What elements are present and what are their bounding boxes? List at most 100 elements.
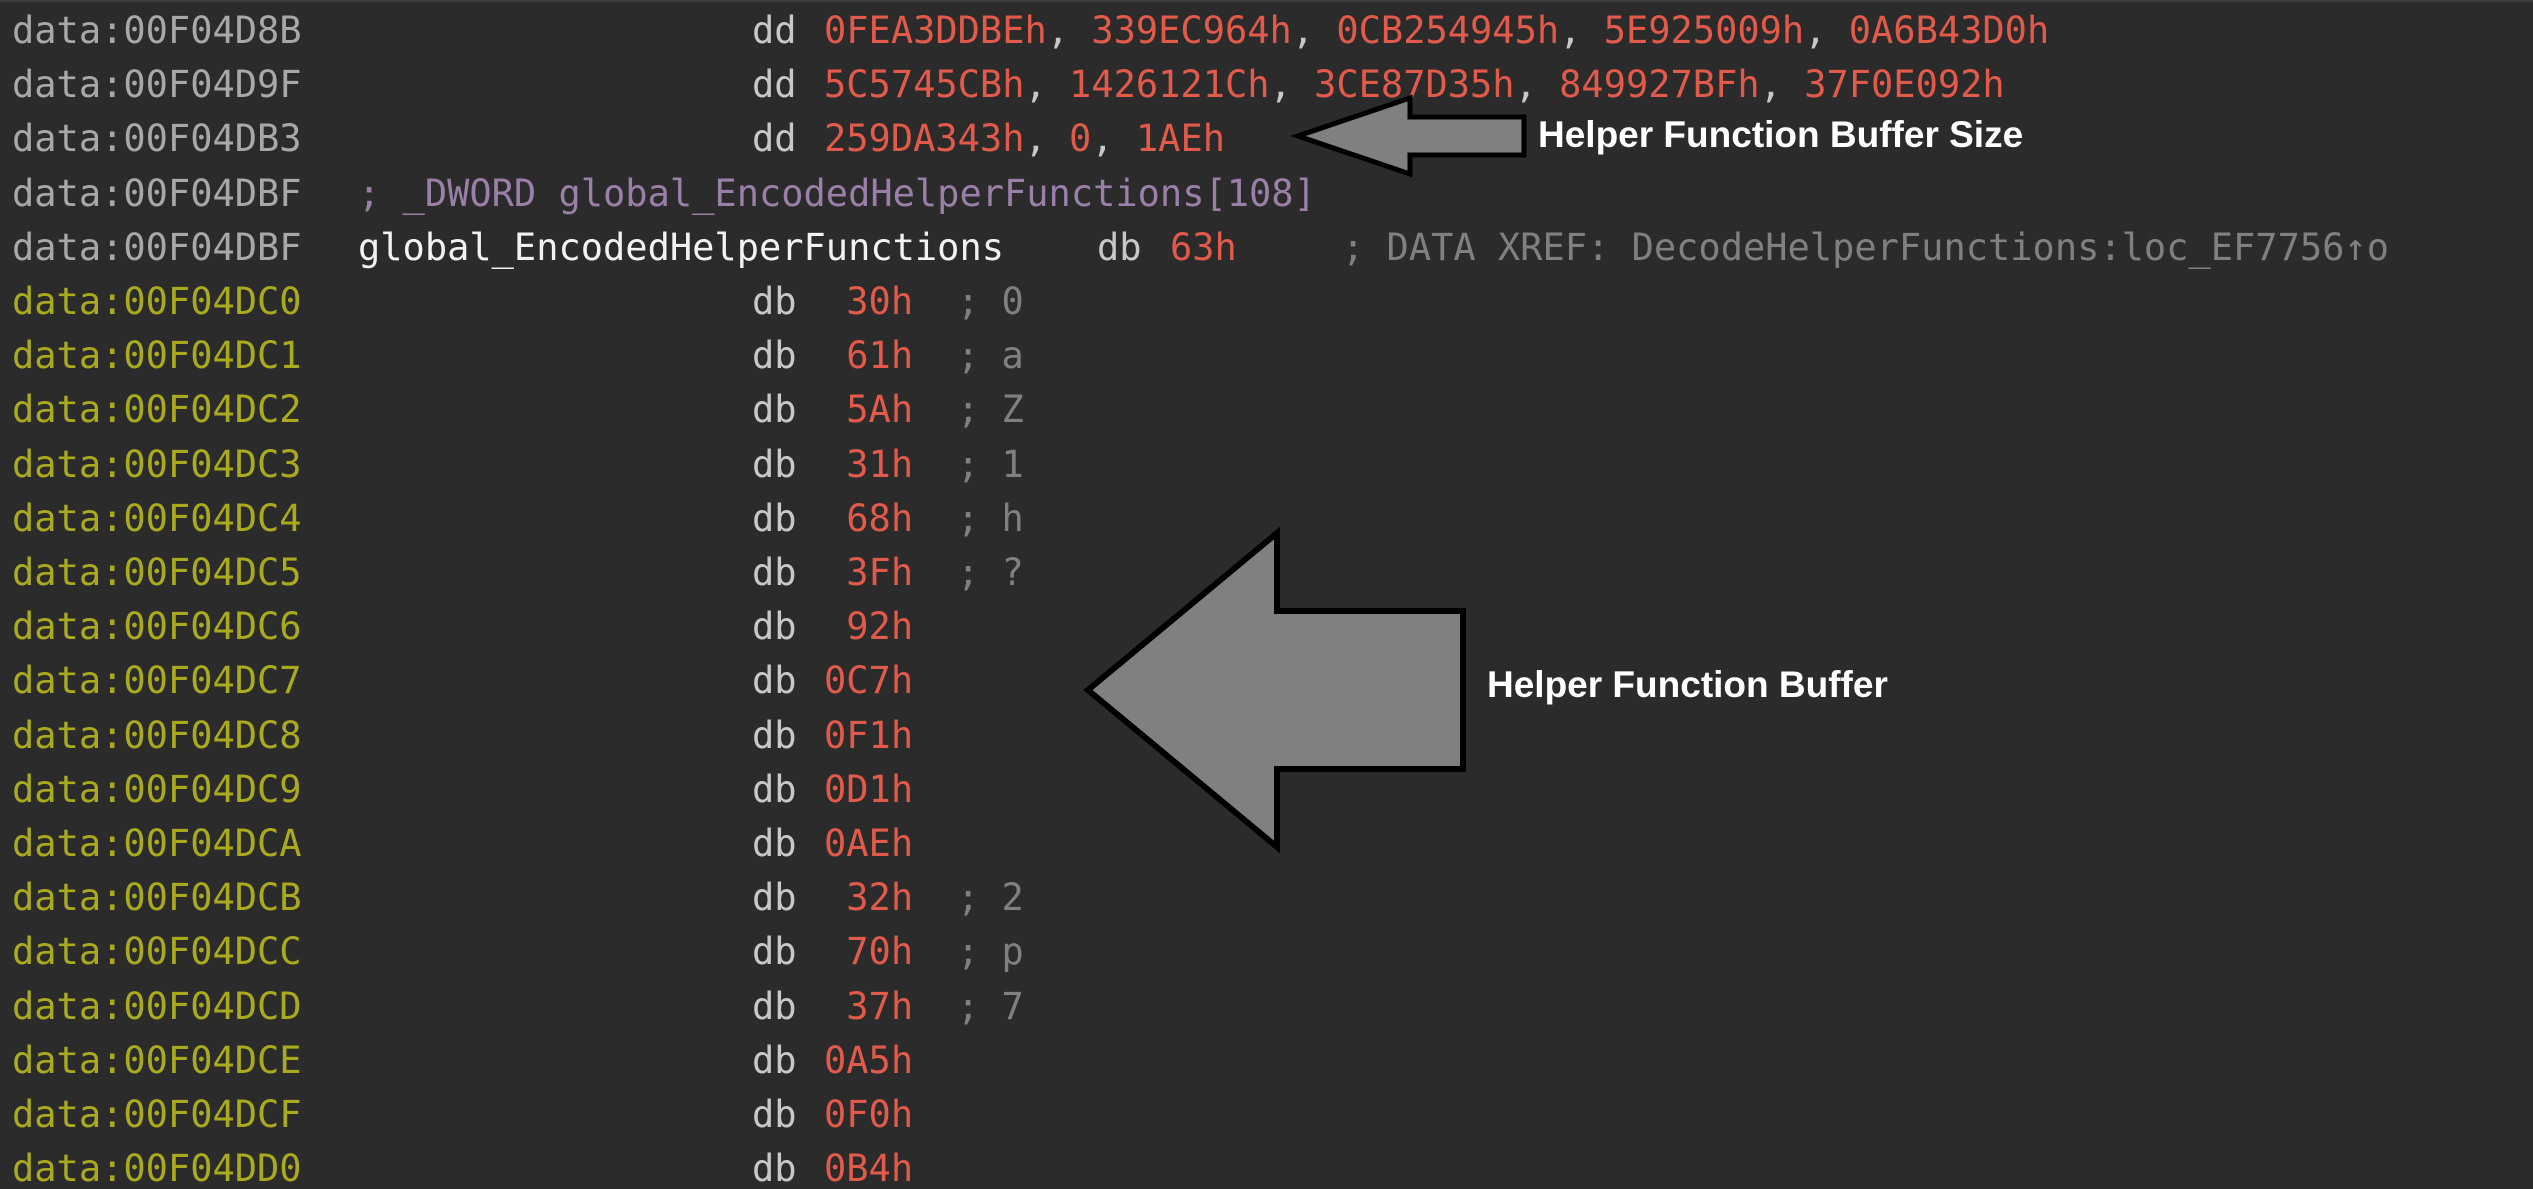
line-mnemonic: db xyxy=(752,713,797,757)
line-mnemonic: db xyxy=(752,1147,797,1189)
operand-separator: , xyxy=(1759,63,1805,107)
line-address: data:00F04DC5 xyxy=(12,551,302,594)
byte-value[interactable]: 0D1h xyxy=(824,763,913,817)
line-mnemonic: db xyxy=(752,876,797,920)
byte-comment: ; 0 xyxy=(957,280,1024,323)
operand-separator: , xyxy=(1024,63,1070,107)
byte-value[interactable]: 30h xyxy=(824,275,913,329)
line-address: data:00F04DC1 xyxy=(12,334,302,378)
line-mnemonic: db xyxy=(752,1093,797,1136)
operand-value[interactable]: 3CE87D35h xyxy=(1314,63,1514,106)
line-address: data:00F04DBF xyxy=(12,171,302,215)
line-address: data:00F04D9F xyxy=(12,63,302,107)
operand-value[interactable]: 1AEh xyxy=(1136,117,1225,160)
operand-value[interactable]: 339EC964h xyxy=(1091,9,1291,52)
line-address: data:00F04D8B xyxy=(12,9,302,52)
byte-value[interactable]: 3Fh xyxy=(824,546,913,600)
line-address: data:00F04DCC xyxy=(12,930,302,974)
line-address: data:00F04DC7 xyxy=(12,659,302,703)
line-mnemonic: db xyxy=(752,388,797,432)
line-address: data:00F04DC9 xyxy=(12,767,302,811)
byte-value[interactable]: 70h xyxy=(824,925,913,979)
operand-value[interactable]: 849927BFh xyxy=(1559,63,1759,106)
line-mnemonic: db xyxy=(752,930,797,974)
line-mnemonic: db xyxy=(752,984,797,1028)
line-address: data:00F04DC3 xyxy=(12,442,302,486)
byte-comment: ; 2 xyxy=(957,876,1024,920)
line-operands: 0FEA3DDBEh, 339EC964h, 0CB254945h, 5E925… xyxy=(824,4,2049,58)
byte-value[interactable]: 5Ah xyxy=(824,383,913,437)
byte-value[interactable]: 0F1h xyxy=(824,709,913,763)
byte-value[interactable]: 92h xyxy=(824,600,913,654)
disassembly-view[interactable]: data:00F04D8B dd 0FEA3DDBEh, 339EC964h, 0C… xyxy=(0,0,2533,1189)
byte-value[interactable]: 0A5h xyxy=(824,1034,913,1088)
line-address: data:00F04DBF xyxy=(12,225,302,269)
operand-value[interactable]: 0A6B43D0h xyxy=(1849,9,2049,52)
operand-separator: , xyxy=(1514,63,1560,107)
byte-comment: ; Z xyxy=(957,388,1024,432)
operand-value[interactable]: 0 xyxy=(1069,117,1091,160)
line-mnemonic: db xyxy=(1097,225,1142,269)
byte-comment: ; a xyxy=(957,334,1024,378)
line-address: data:00F04DC0 xyxy=(12,280,302,323)
operand-value[interactable]: 0CB254945h xyxy=(1336,9,1559,52)
operand-value[interactable]: 259DA343h xyxy=(824,117,1024,160)
line-mnemonic: db xyxy=(752,334,797,378)
line-mnemonic: db xyxy=(752,767,797,811)
operand-value[interactable]: 0FEA3DDBEh xyxy=(824,9,1047,52)
byte-value[interactable]: 0B4h xyxy=(824,1142,913,1189)
line-mnemonic: db xyxy=(752,496,797,540)
operand-separator: , xyxy=(1091,117,1136,161)
operand-value[interactable]: 1426121Ch xyxy=(1069,63,1269,106)
byte-value[interactable]: 31h xyxy=(824,438,913,492)
buffer-arrow-shape xyxy=(1083,526,1466,854)
byte-value[interactable]: 61h xyxy=(824,329,913,383)
line-mnemonic: db xyxy=(752,659,797,703)
line-mnemonic: db xyxy=(752,280,797,323)
line-operands: 259DA343h, 0, 1AEh xyxy=(824,112,1225,166)
line-mnemonic: db xyxy=(752,551,797,594)
line-address: data:00F04DCD xyxy=(12,984,302,1028)
line-mnemonic: dd xyxy=(752,117,797,161)
byte-value[interactable]: 68h xyxy=(824,492,913,546)
byte-value[interactable]: 32h xyxy=(824,871,913,925)
line-mnemonic: db xyxy=(752,822,797,865)
byte-value[interactable]: 0AEh xyxy=(824,817,913,871)
line-mnemonic: db xyxy=(752,605,797,649)
byte-comment: ; p xyxy=(957,930,1024,974)
byte-comment: ; 1 xyxy=(957,442,1024,486)
line-address: data:00F04DB3 xyxy=(12,117,302,161)
operand-separator: , xyxy=(1291,9,1337,52)
line-address: data:00F04DCB xyxy=(12,876,302,920)
line-mnemonic: db xyxy=(752,1038,797,1082)
line-address: data:00F04DCE xyxy=(12,1038,302,1082)
operand-separator: , xyxy=(1269,63,1315,107)
line-operands: 5C5745CBh, 1426121Ch, 3CE87D35h, 849927B… xyxy=(824,58,2005,112)
global-name[interactable]: global_EncodedHelperFunctions xyxy=(358,221,1004,275)
byte-value[interactable]: 0F0h xyxy=(824,1088,913,1142)
line-address: data:00F04DC2 xyxy=(12,388,302,432)
line-address: data:00F04DC4 xyxy=(12,496,302,540)
operand-separator: , xyxy=(1024,117,1070,161)
xref-comment[interactable]: ; DATA XREF: DecodeHelperFunctions:loc_E… xyxy=(1342,221,2389,275)
line-mnemonic: dd xyxy=(752,63,797,107)
line-address: data:00F04DD0 xyxy=(12,1147,302,1189)
line-address: data:00F04DC8 xyxy=(12,713,302,757)
line-address: data:00F04DC6 xyxy=(12,605,302,649)
byte-comment: ; ? xyxy=(957,551,1024,594)
operand-separator: , xyxy=(1559,9,1604,52)
operand-value[interactable]: 5C5745CBh xyxy=(824,63,1024,106)
operand-value[interactable]: 37F0E092h xyxy=(1804,63,2004,106)
byte-comment: ; h xyxy=(957,496,1024,540)
operand-separator: , xyxy=(1046,9,1092,52)
line-address: data:00F04DCF xyxy=(12,1093,302,1136)
line-mnemonic: dd xyxy=(752,9,797,52)
line-mnemonic: db xyxy=(752,442,797,486)
byte-value[interactable]: 63h xyxy=(1170,221,1237,275)
declaration-comment: ; _DWORD global_EncodedHelperFunctions[1… xyxy=(358,171,1316,215)
operand-separator: , xyxy=(1804,9,1849,52)
operand-value[interactable]: 5E925009h xyxy=(1604,9,1804,52)
byte-value[interactable]: 37h xyxy=(824,980,913,1034)
byte-comment: ; 7 xyxy=(957,984,1024,1028)
byte-value[interactable]: 0C7h xyxy=(824,654,913,708)
